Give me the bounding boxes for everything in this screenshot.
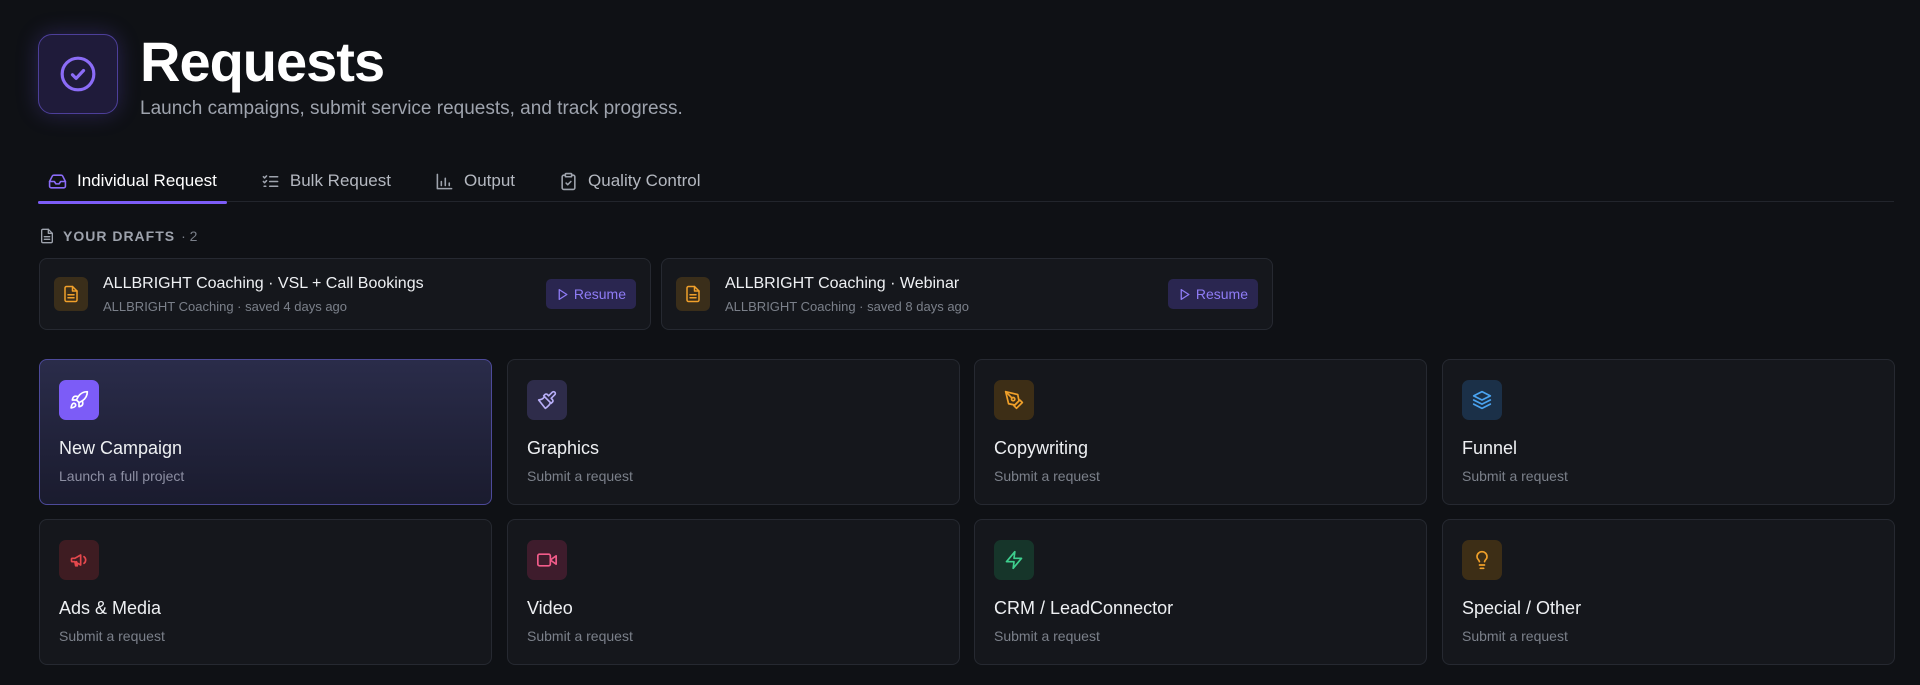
category-card-video[interactable]: Video Submit a request bbox=[507, 519, 960, 665]
category-card-crm-leadconnector[interactable]: CRM / LeadConnector Submit a request bbox=[974, 519, 1427, 665]
tab-label: Output bbox=[464, 171, 516, 190]
category-title: New Campaign bbox=[59, 438, 183, 458]
category-card-new-campaign[interactable]: New Campaign Launch a full project bbox=[39, 359, 492, 505]
layers-icon bbox=[1472, 390, 1492, 410]
file-text-icon bbox=[41, 228, 53, 244]
drafts-heading: YOUR DRAFTS · 2 bbox=[39, 228, 197, 244]
category-icon bbox=[994, 380, 1034, 420]
file-text-icon bbox=[64, 285, 78, 303]
category-title: Special / Other bbox=[1462, 598, 1582, 618]
category-title: Video bbox=[527, 598, 573, 618]
drafts-count: · 2 bbox=[181, 228, 198, 244]
category-icon bbox=[527, 380, 567, 420]
tab-output[interactable]: Output bbox=[425, 160, 525, 202]
file-text-icon bbox=[686, 285, 700, 303]
resume-label: Resume bbox=[573, 286, 626, 302]
category-icon bbox=[1462, 380, 1502, 420]
category-card-graphics[interactable]: Graphics Submit a request bbox=[507, 359, 960, 505]
clipboard-check-icon bbox=[561, 172, 576, 190]
rocket-icon bbox=[70, 390, 89, 409]
category-icon bbox=[527, 540, 567, 580]
inbox-icon bbox=[48, 173, 67, 189]
play-icon bbox=[558, 288, 568, 300]
pen-tool-icon bbox=[1004, 390, 1024, 410]
draft-icon bbox=[676, 277, 710, 311]
tab-individual-request[interactable]: Individual Request bbox=[38, 160, 227, 204]
resume-button[interactable]: Resume bbox=[1167, 279, 1258, 309]
tab-label: Quality Control bbox=[588, 171, 701, 190]
category-title: Graphics bbox=[527, 438, 600, 458]
category-subtitle: Launch a full project bbox=[59, 468, 185, 484]
page-logo bbox=[38, 34, 118, 114]
tab-label: Bulk Request bbox=[289, 171, 391, 190]
category-title: Funnel bbox=[1462, 438, 1518, 458]
category-title: CRM / LeadConnector bbox=[994, 598, 1174, 618]
megaphone-icon bbox=[70, 554, 87, 567]
category-icon bbox=[59, 380, 99, 420]
category-card-funnel[interactable]: Funnel Submit a request bbox=[1442, 359, 1895, 505]
lightbulb-icon bbox=[1476, 550, 1488, 570]
draft-card[interactable]: ALLBRIGHT Coaching · Webinar ALLBRIGHT C… bbox=[661, 258, 1273, 330]
resume-button[interactable]: Resume bbox=[545, 279, 636, 309]
category-subtitle: Submit a request bbox=[59, 628, 165, 644]
tab-bulk-request[interactable]: Bulk Request bbox=[251, 160, 401, 202]
play-icon bbox=[1180, 288, 1190, 300]
category-subtitle: Submit a request bbox=[1462, 468, 1568, 484]
page-title: Requests bbox=[140, 30, 385, 93]
category-title: Copywriting bbox=[994, 438, 1089, 458]
paintbrush-icon bbox=[537, 390, 557, 410]
category-card-copywriting[interactable]: Copywriting Submit a request bbox=[974, 359, 1427, 505]
page-subtitle: Launch campaigns, submit service request… bbox=[140, 98, 683, 119]
category-title: Ads & Media bbox=[59, 598, 162, 618]
category-subtitle: Submit a request bbox=[994, 468, 1100, 484]
category-card-ads-media[interactable]: Ads & Media Submit a request bbox=[39, 519, 492, 665]
page-header: Requests Launch campaigns, submit servic… bbox=[38, 30, 683, 120]
draft-meta: ALLBRIGHT Coaching · saved 8 days ago bbox=[725, 298, 970, 314]
resume-label: Resume bbox=[1195, 286, 1248, 302]
draft-title: ALLBRIGHT Coaching · VSL + Call Bookings bbox=[103, 274, 424, 292]
video-icon bbox=[537, 553, 557, 567]
category-icon bbox=[1462, 540, 1502, 580]
category-icon bbox=[59, 540, 99, 580]
draft-icon bbox=[54, 277, 88, 311]
tab-bar: Individual Request Bulk Request Output Q… bbox=[38, 160, 1894, 204]
drafts-heading-label: YOUR DRAFTS bbox=[63, 228, 176, 244]
bar-chart-icon bbox=[436, 173, 453, 189]
category-icon bbox=[994, 540, 1034, 580]
category-subtitle: Submit a request bbox=[527, 468, 633, 484]
draft-card[interactable]: ALLBRIGHT Coaching · VSL + Call Bookings… bbox=[39, 258, 651, 330]
category-subtitle: Submit a request bbox=[994, 628, 1100, 644]
lightning-icon bbox=[1005, 550, 1023, 570]
category-subtitle: Submit a request bbox=[527, 628, 633, 644]
draft-meta: ALLBRIGHT Coaching · saved 4 days ago bbox=[103, 298, 348, 314]
checklist-icon bbox=[262, 174, 279, 187]
category-subtitle: Submit a request bbox=[1462, 628, 1568, 644]
category-card-special-other[interactable]: Special / Other Submit a request bbox=[1442, 519, 1895, 665]
draft-title: ALLBRIGHT Coaching · Webinar bbox=[725, 274, 960, 292]
check-circle-icon bbox=[60, 56, 96, 92]
tab-label: Individual Request bbox=[77, 171, 217, 190]
tab-quality-control[interactable]: Quality Control bbox=[549, 160, 710, 202]
